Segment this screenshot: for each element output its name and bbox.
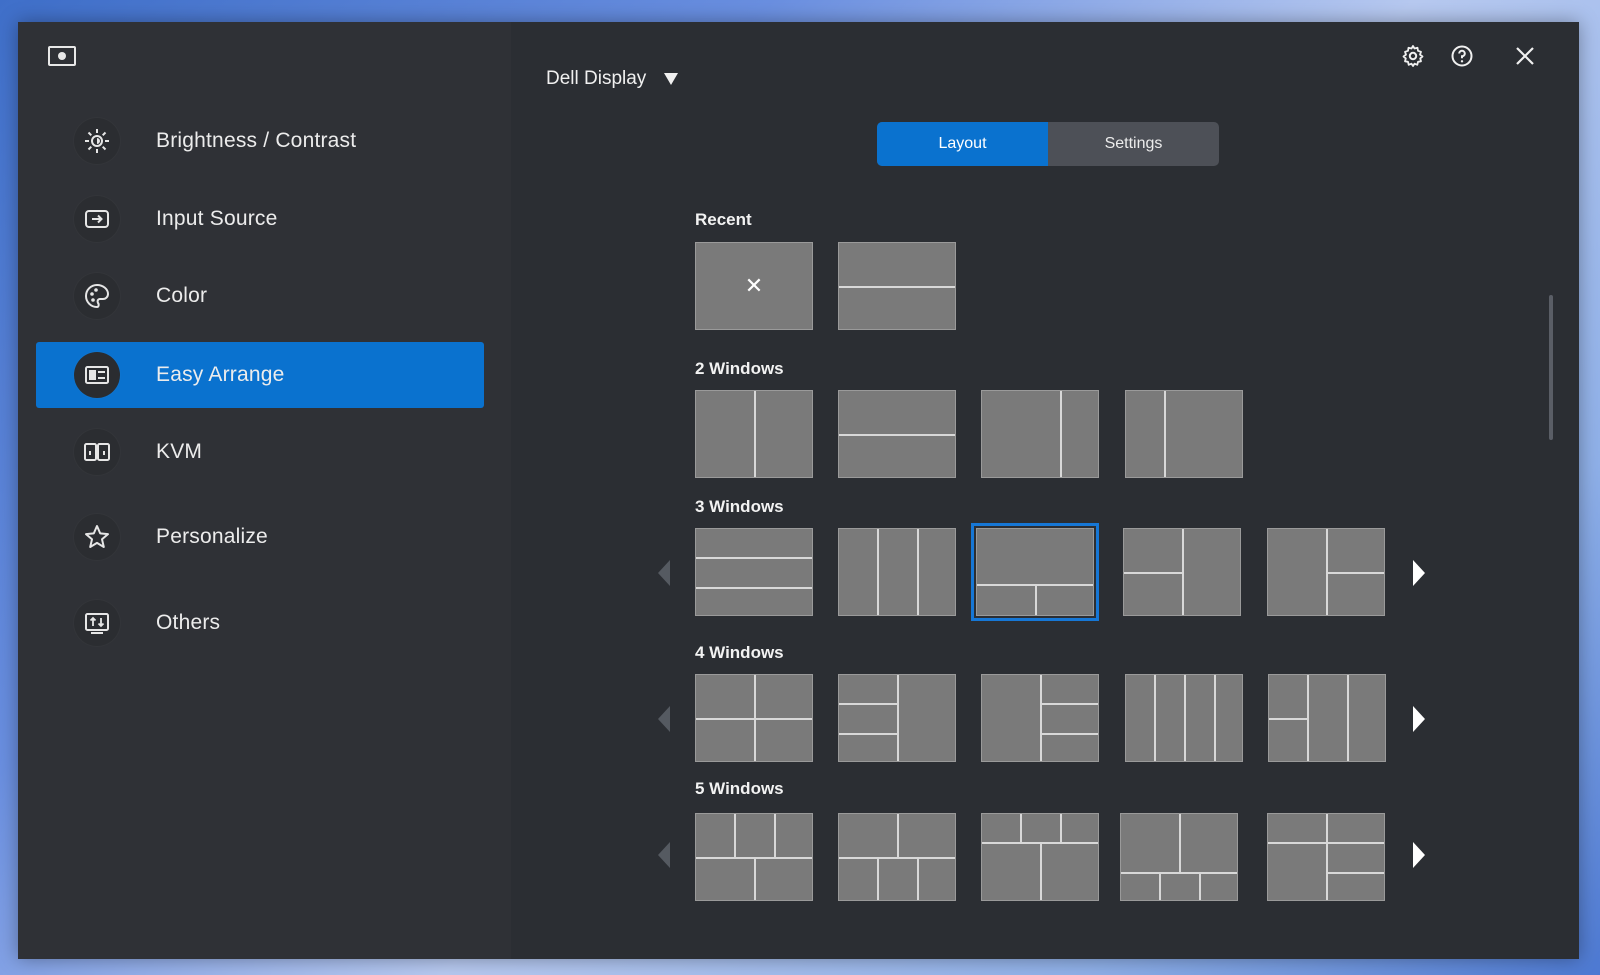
sidebar-item-label: Input Source: [156, 207, 278, 230]
layout-tile[interactable]: [981, 813, 1099, 901]
layout-tile[interactable]: [1120, 813, 1238, 901]
display-manager-icon: [48, 46, 76, 66]
sidebar-item-kvm[interactable]: KVM: [36, 419, 484, 485]
sidebar-item-brightness-contrast[interactable]: Brightness / Contrast: [36, 108, 484, 174]
chevron-right-icon[interactable]: [1413, 706, 1425, 732]
layout-tile[interactable]: [1123, 528, 1241, 616]
layout-tile[interactable]: [695, 390, 813, 478]
layout-tile[interactable]: [838, 390, 956, 478]
layout-tile[interactable]: [981, 390, 1099, 478]
others-icon: [74, 600, 120, 646]
sidebar-item-color[interactable]: Color: [36, 263, 484, 329]
sidebar-item-label: Brightness / Contrast: [156, 129, 357, 152]
chevron-right-icon[interactable]: [1413, 842, 1425, 868]
layout-tile[interactable]: [981, 674, 1099, 762]
layout-tile[interactable]: [1268, 674, 1386, 762]
app-window: Brightness / Contrast Input Source Color…: [18, 22, 1579, 959]
tab-settings[interactable]: Settings: [1048, 122, 1219, 166]
section-title-3-windows: 3 Windows: [695, 497, 784, 516]
layout-tile[interactable]: [695, 674, 813, 762]
sidebar-item-easy-arrange[interactable]: Easy Arrange: [36, 342, 484, 408]
sidebar-item-label: KVM: [156, 440, 203, 463]
settings-gear-icon[interactable]: [1401, 44, 1425, 68]
section-title-4-windows: 4 Windows: [695, 643, 784, 662]
chevron-left-icon[interactable]: [658, 560, 670, 586]
layout-tile[interactable]: [1267, 813, 1385, 901]
kvm-icon: [74, 429, 120, 475]
sidebar-item-others[interactable]: Others: [36, 590, 484, 656]
layout-tile[interactable]: [695, 528, 813, 616]
help-icon[interactable]: [1450, 44, 1474, 68]
close-icon: ✕: [744, 273, 764, 299]
sidebar-item-input-source[interactable]: Input Source: [36, 186, 484, 252]
chevron-left-icon[interactable]: [658, 842, 670, 868]
layout-tile[interactable]: [1125, 674, 1243, 762]
layout-tile-selected[interactable]: [971, 523, 1099, 621]
color-palette-icon: [74, 273, 120, 319]
sidebar-item-personalize[interactable]: Personalize: [36, 504, 484, 570]
layout-settings-tabs: Layout Settings: [877, 122, 1219, 166]
chevron-right-icon[interactable]: [1413, 560, 1425, 586]
chevron-left-icon[interactable]: [658, 706, 670, 732]
easy-arrange-icon: [74, 352, 120, 398]
display-name: Dell Display: [546, 68, 647, 89]
section-title-5-windows: 5 Windows: [695, 779, 784, 798]
close-icon[interactable]: [1513, 44, 1537, 68]
star-icon: [74, 514, 120, 560]
layout-tile[interactable]: [838, 528, 956, 616]
layout-tile[interactable]: [838, 813, 956, 901]
dropdown-arrow-icon: [664, 73, 679, 85]
display-dropdown[interactable]: Dell Display: [546, 68, 679, 90]
sidebar-item-label: Others: [156, 611, 221, 634]
tab-layout[interactable]: Layout: [877, 122, 1048, 166]
sidebar-item-label: Color: [156, 284, 208, 307]
layout-tile[interactable]: [838, 674, 956, 762]
recent-layout-clear[interactable]: ✕: [695, 242, 813, 330]
recent-layout-tile[interactable]: [838, 242, 956, 330]
layout-tile[interactable]: [1125, 390, 1243, 478]
input-source-icon: [74, 196, 120, 242]
section-title-recent: Recent: [695, 210, 752, 229]
brightness-icon: [74, 118, 120, 164]
sidebar: Brightness / Contrast Input Source Color…: [18, 22, 511, 959]
main-panel: Dell Display Layout Settings Recent ✕ 2 …: [511, 22, 1579, 959]
layout-tile[interactable]: [695, 813, 813, 901]
layout-tile[interactable]: [1267, 528, 1385, 616]
scrollbar[interactable]: [1549, 295, 1553, 440]
sidebar-item-label: Personalize: [156, 525, 268, 548]
sidebar-item-label: Easy Arrange: [156, 363, 285, 386]
section-title-2-windows: 2 Windows: [695, 359, 784, 378]
